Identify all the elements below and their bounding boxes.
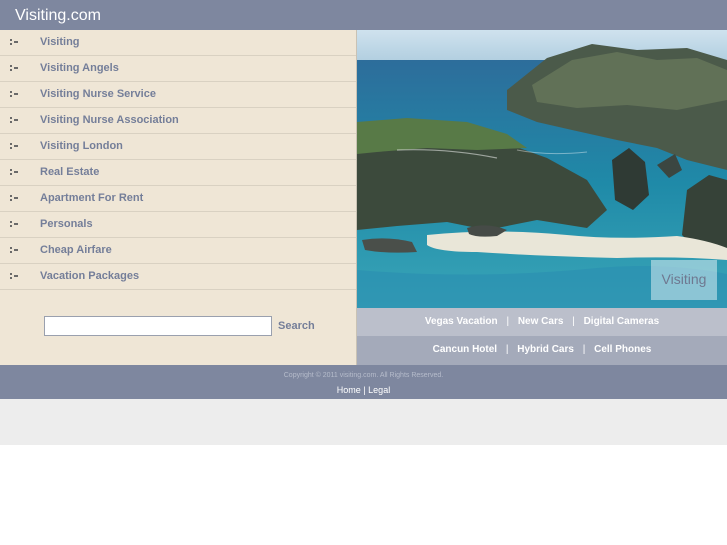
link-separator: | — [572, 316, 575, 327]
sidebar-item-label: Personals — [40, 218, 93, 230]
footer-separator: | — [363, 385, 366, 395]
site-title[interactable]: Visiting.com — [15, 7, 101, 25]
link-cancun-hotel[interactable]: Cancun Hotel — [433, 344, 497, 355]
sidebar: Visiting Visiting Angels Visiting Nurse … — [0, 30, 357, 365]
hero-badge-label: Visiting — [661, 271, 707, 287]
sidebar-item-label: Visiting — [40, 36, 80, 48]
sidebar-item-visiting-nurse-association[interactable]: Visiting Nurse Association — [0, 108, 356, 134]
related-links-row-1: Vegas Vacation | New Cars | Digital Came… — [357, 308, 727, 336]
link-separator: | — [506, 316, 510, 327]
bullet-icon — [10, 247, 19, 254]
hero-badge: Visiting — [651, 260, 717, 300]
bullet-icon — [10, 91, 19, 98]
hero-image: Visiting — [357, 30, 727, 308]
link-new-cars[interactable]: New Cars — [518, 316, 564, 327]
sidebar-item-visiting-angels[interactable]: Visiting Angels — [0, 56, 356, 82]
sidebar-item-visiting[interactable]: Visiting — [0, 30, 356, 56]
bullet-icon — [10, 195, 19, 202]
related-links-row-2: Cancun Hotel | Hybrid Cars | Cell Phones — [357, 336, 727, 365]
sidebar-item-label: Cheap Airfare — [40, 244, 112, 256]
sidebar-item-visiting-nurse-service[interactable]: Visiting Nurse Service — [0, 82, 356, 108]
sidebar-item-apartment-for-rent[interactable]: Apartment For Rent — [0, 186, 356, 212]
search-button[interactable]: Search — [278, 320, 315, 332]
link-separator: | — [505, 344, 509, 355]
link-cell-phones[interactable]: Cell Phones — [594, 344, 651, 355]
bullet-icon — [10, 221, 19, 228]
copyright-text: Copyright © 2011 visiting.com. All Right… — [283, 372, 444, 379]
footer: Copyright © 2011 visiting.com. All Right… — [0, 365, 727, 399]
bullet-icon — [10, 65, 19, 72]
sidebar-item-label: Real Estate — [40, 166, 100, 178]
link-hybrid-cars[interactable]: Hybrid Cars — [517, 344, 574, 355]
sidebar-item-personals[interactable]: Personals — [0, 212, 356, 238]
bullet-icon — [10, 117, 19, 124]
sidebar-item-label: Visiting London — [40, 140, 123, 152]
bullet-icon — [10, 169, 19, 176]
bottom-band — [0, 399, 727, 445]
sidebar-item-visiting-london[interactable]: Visiting London — [0, 134, 356, 160]
sidebar-item-label: Visiting Nurse Association — [40, 114, 179, 126]
bullet-icon — [10, 143, 19, 150]
footer-links: Home | Legal — [0, 385, 727, 395]
footer-legal-link[interactable]: Legal — [368, 385, 390, 395]
bullet-icon — [10, 273, 19, 280]
sidebar-item-label: Vacation Packages — [40, 270, 140, 282]
link-digital-cameras[interactable]: Digital Cameras — [584, 316, 660, 327]
sidebar-item-label: Visiting Angels — [40, 62, 119, 74]
sidebar-item-label: Visiting Nurse Service — [40, 88, 156, 100]
sidebar-item-vacation-packages[interactable]: Vacation Packages — [0, 264, 356, 290]
footer-home-link[interactable]: Home — [337, 385, 361, 395]
link-vegas-vacation[interactable]: Vegas Vacation — [425, 316, 498, 327]
search-input[interactable] — [44, 316, 272, 336]
header-bar: Visiting.com — [0, 0, 727, 30]
sidebar-item-cheap-airfare[interactable]: Cheap Airfare — [0, 238, 356, 264]
bullet-icon — [10, 39, 19, 46]
link-separator: | — [582, 344, 586, 355]
sidebar-item-real-estate[interactable]: Real Estate — [0, 160, 356, 186]
sidebar-item-label: Apartment For Rent — [40, 192, 144, 204]
